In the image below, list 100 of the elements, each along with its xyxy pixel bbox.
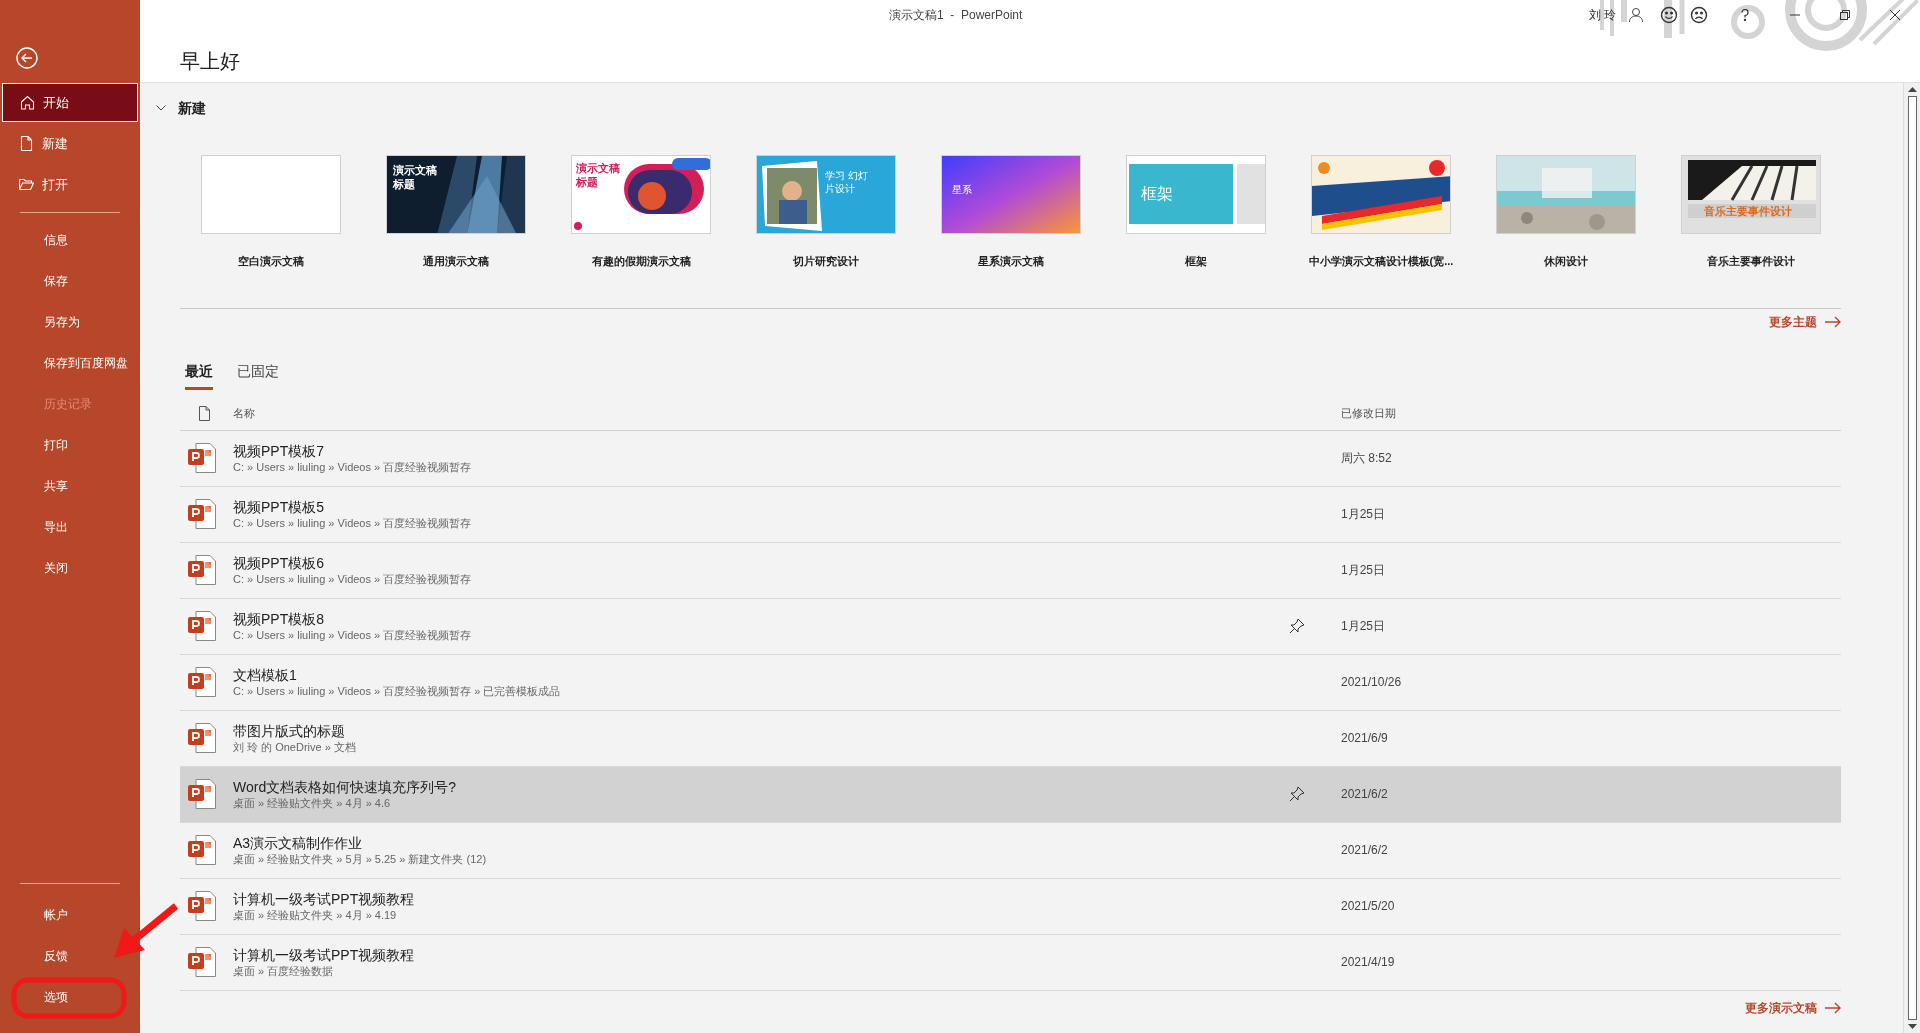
sidebar-item[interactable]: 打印 <box>0 424 140 465</box>
column-header: 已修改日期 <box>1341 406 1396 422</box>
sidebar-item[interactable]: 反馈 <box>0 935 140 976</box>
file-name: Word文档表格如何快速填充序列号? <box>233 777 457 796</box>
powerpoint-file-icon <box>188 499 216 529</box>
help-icon[interactable] <box>1740 9 1750 21</box>
file-row[interactable]: 计算机一级考试PPT视频教程 桌面 » 百度经验数据 2021/4/19 <box>180 934 1841 991</box>
home-icon <box>20 95 35 110</box>
file-name: 计算机一级考试PPT视频教程 <box>233 889 416 908</box>
sidebar-item[interactable]: 帐户 <box>0 894 140 935</box>
modified-date: 2021/6/2 <box>1341 786 1388 803</box>
powerpoint-file-icon <box>188 443 216 473</box>
sidebar-item[interactable]: 选项 <box>0 976 140 1017</box>
file-icon <box>198 406 211 421</box>
thumbnail-title: 演示文稿标题 <box>393 164 438 192</box>
modified-date: 1月25日 <box>1341 618 1386 635</box>
file-path: C: » Users » liuling » Videos » 百度经验视频暂存 » 已完善模板成品 <box>233 683 562 699</box>
template-label: 框架 <box>1185 254 1207 269</box>
file-row[interactable]: 视频PPT模板5 C: » Users » liuling » Videos » 百度经验视频暂存 1月25日 <box>180 486 1841 543</box>
file-row[interactable]: 计算机一级考试PPT视频教程 桌面 » 经验贴文件夹 » 4月 » 4.19 2021/5/20 <box>180 878 1841 935</box>
file-path: 桌面 » 经验贴文件夹 » 5月 » 5.25 » 新建文件夹 (12) <box>233 851 488 867</box>
tab[interactable]: 最近 <box>185 360 213 390</box>
scrollbar[interactable] <box>1903 83 1920 1033</box>
account-icon[interactable] <box>1628 7 1644 23</box>
template-label: 通用演示文稿 <box>423 254 489 269</box>
powerpoint-file-icon <box>188 611 216 641</box>
file-path: C: » Users » liuling » Videos » 百度经验视频暂存 <box>233 459 473 475</box>
sidebar-item[interactable]: 打开 <box>2 165 138 204</box>
folder-icon <box>19 177 34 192</box>
file-path: C: » Users » liuling » Videos » 百度经验视频暂存 <box>233 515 473 531</box>
sidebar-item[interactable]: 关闭 <box>0 547 140 588</box>
file-path: C: » Users » liuling » Videos » 百度经验视频暂存 <box>233 571 473 587</box>
sidebar-item: 历史记录 <box>0 383 140 424</box>
user-name: 刘 玲 <box>1588 7 1616 24</box>
arrow-icon <box>1825 1001 1841 1014</box>
sidebar-item[interactable]: 保存 <box>0 260 140 301</box>
powerpoint-file-icon <box>188 779 216 809</box>
file-row[interactable]: 文档模板1 C: » Users » liuling » Videos » 百度经验视频暂存 » 已完善模板成品 2021/10/26 <box>180 654 1841 711</box>
tab[interactable]: 已固定 <box>237 360 279 390</box>
template-label: 休闲设计 <box>1544 254 1588 269</box>
annotation-arrow <box>114 903 179 958</box>
file-name: 带图片版式的标题 <box>233 721 346 740</box>
scroll-down-icon[interactable] <box>1907 1024 1917 1029</box>
pin-icon[interactable] <box>1289 618 1305 634</box>
modified-date: 1月25日 <box>1341 562 1386 579</box>
restore-icon[interactable] <box>1840 10 1850 20</box>
file-name: A3演示文稿制作作业 <box>233 833 364 852</box>
modified-date: 2021/10/26 <box>1341 674 1402 691</box>
greeting: 早上好 <box>180 49 240 74</box>
file-name: 视频PPT模板6 <box>233 553 325 572</box>
powerpoint-file-icon <box>188 947 216 977</box>
template-label: 切片研究设计 <box>793 254 859 269</box>
thumbnail-title: 框架 <box>1141 184 1173 204</box>
powerpoint-file-icon <box>188 667 216 697</box>
modified-date: 2021/6/2 <box>1341 842 1388 859</box>
template-label: 星系演示文稿 <box>978 254 1044 269</box>
file-row[interactable]: 视频PPT模板6 C: » Users » liuling » Videos » 百度经验视频暂存 1月25日 <box>180 542 1841 599</box>
template-label: 中小学演示文稿设计模板(宽... <box>1308 254 1454 269</box>
new-file-icon <box>19 136 34 151</box>
file-name: 视频PPT模板5 <box>233 497 325 516</box>
file-row[interactable]: 视频PPT模板8 C: » Users » liuling » Videos » 百度经验视频暂存 1月25日 <box>180 598 1841 655</box>
sidebar-item[interactable]: 信息 <box>0 219 140 260</box>
sidebar-item[interactable]: 开始 <box>2 83 138 122</box>
sidebar-item[interactable]: 共享 <box>0 465 140 506</box>
sidebar-item[interactable]: 新建 <box>2 124 138 163</box>
modified-date: 2021/5/20 <box>1341 898 1395 915</box>
template-label: 音乐主要事件设计 <box>1707 254 1795 269</box>
file-path: 桌面 » 百度经验数据 <box>233 963 335 979</box>
thumbnail-title: 音乐主要事件设计 <box>1704 205 1792 219</box>
close-icon[interactable] <box>1890 10 1900 20</box>
frown-icon[interactable] <box>1690 6 1708 24</box>
modified-date: 2021/6/9 <box>1341 730 1388 747</box>
file-name: 视频PPT模板7 <box>233 441 325 460</box>
thumbnail-title: 星系 <box>952 184 972 197</box>
sidebar-item[interactable]: 另存为 <box>0 301 140 342</box>
more-themes-link[interactable]: 更多主题 <box>1769 312 1841 331</box>
file-path: C: » Users » liuling » Videos » 百度经验视频暂存 <box>233 627 473 643</box>
section-title: 新建 <box>178 98 206 118</box>
modified-date: 周六 8:52 <box>1341 450 1392 467</box>
file-path: 桌面 » 经验贴文件夹 » 4月 » 4.19 <box>233 907 398 923</box>
column-header: 名称 <box>233 406 256 422</box>
file-row[interactable]: 视频PPT模板7 C: » Users » liuling » Videos » 百度经验视频暂存 周六 8:52 <box>180 430 1841 487</box>
file-row[interactable]: Word文档表格如何快速填充序列号? 桌面 » 经验贴文件夹 » 4月 » 4.6 2021/6/2 <box>180 766 1841 823</box>
template-label: 有趣的假期演示文稿 <box>591 254 691 269</box>
file-row[interactable]: A3演示文稿制作作业 桌面 » 经验贴文件夹 » 5月 » 5.25 » 新建文件夹 (12) 2021/6/2 <box>180 822 1841 879</box>
pin-icon[interactable] <box>1289 786 1305 802</box>
file-row[interactable]: 带图片版式的标题 刘 玲 的 OneDrive » 文档 2021/6/9 <box>180 710 1841 767</box>
chevron-icon[interactable] <box>156 105 166 111</box>
sidebar-item[interactable]: 保存到百度网盘 <box>0 342 140 383</box>
scroll-up-icon[interactable] <box>1907 87 1917 92</box>
powerpoint-file-icon <box>188 723 216 753</box>
file-path: 桌面 » 经验贴文件夹 » 4月 » 4.6 <box>233 795 392 811</box>
window-title: 演示文稿1 - PowerPoint <box>889 7 1023 24</box>
file-name: 视频PPT模板8 <box>233 609 325 628</box>
back-icon[interactable] <box>16 47 38 69</box>
more-presentations-link[interactable]: 更多演示文稿 <box>1745 998 1841 1017</box>
smile-icon[interactable] <box>1660 6 1678 24</box>
powerpoint-file-icon <box>188 891 216 921</box>
sidebar-item[interactable]: 导出 <box>0 506 140 547</box>
file-name: 计算机一级考试PPT视频教程 <box>233 945 416 964</box>
